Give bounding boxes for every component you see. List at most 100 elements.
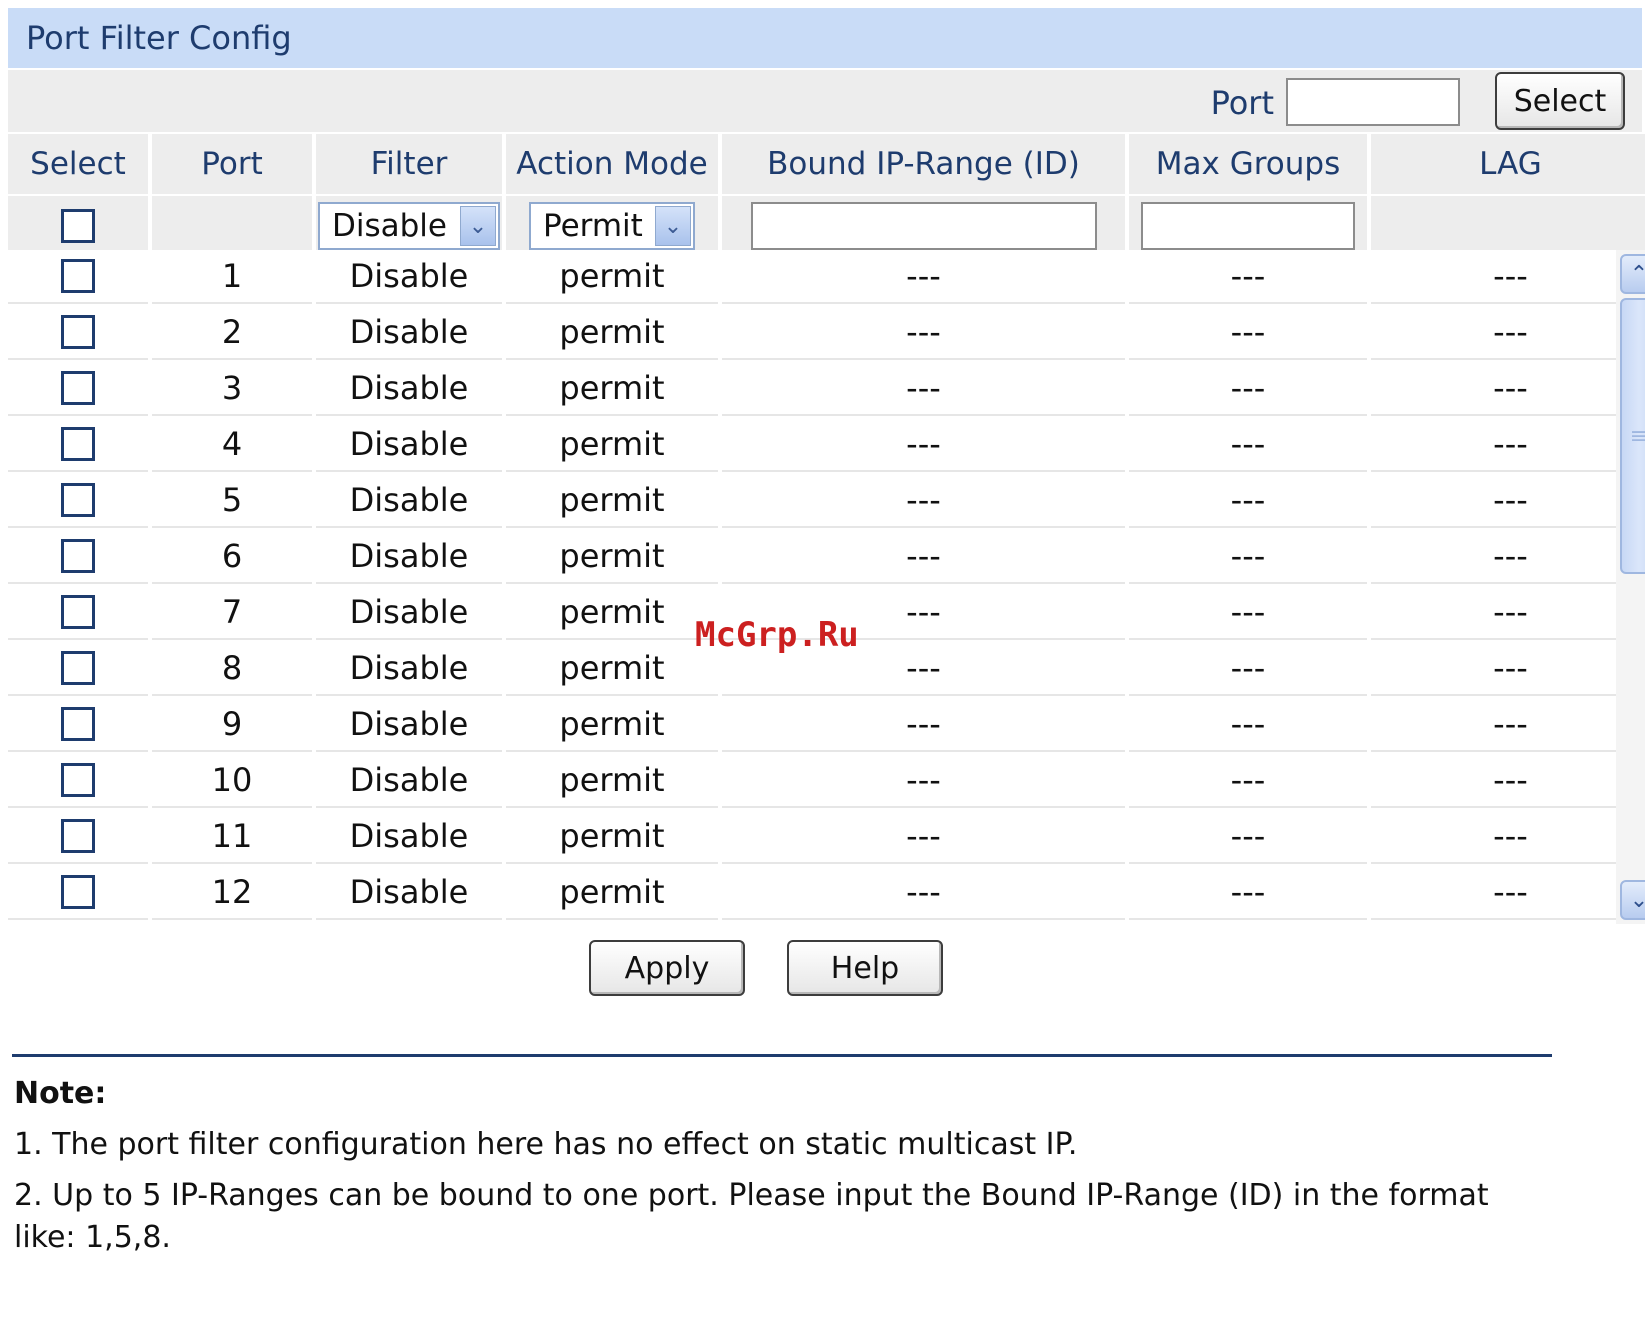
filter-dropdown-value: Disable (332, 208, 447, 244)
apply-button[interactable]: Apply (589, 940, 745, 996)
page-title: Port Filter Config (8, 8, 1642, 68)
max-groups-input[interactable] (1141, 202, 1355, 250)
table-row: 9 Disable permit --- --- --- (8, 698, 1645, 754)
row-action-mode: permit (506, 698, 718, 752)
row-select-cell (8, 866, 148, 920)
table-rows: 1 Disable permit --- --- --- 2 Disable permit ---… (8, 250, 1645, 922)
row-checkbox[interactable] (61, 875, 95, 909)
col-header-port: Port (152, 134, 312, 194)
help-button[interactable]: Help (787, 940, 943, 996)
row-port: 1 (152, 250, 312, 304)
chevron-up-icon[interactable]: ⌃ (1620, 254, 1645, 294)
row-bound-ip-range: --- (722, 754, 1125, 808)
table-row: 11 Disable permit --- --- --- (8, 810, 1645, 866)
row-checkbox[interactable] (61, 483, 95, 517)
port-filter-panel: Port Filter Config Port Select (8, 8, 1642, 132)
row-action-mode: permit (506, 810, 718, 864)
batch-action-cell: Permit ⌄ (506, 196, 718, 256)
row-bound-ip-range: --- (722, 810, 1125, 864)
row-lag: --- (1371, 530, 1645, 584)
row-filter: Disable (316, 586, 502, 640)
row-checkbox[interactable] (61, 427, 95, 461)
filter-dropdown[interactable]: Disable ⌄ (318, 202, 500, 250)
table-row: 6 Disable permit --- --- --- (8, 530, 1645, 586)
table-row: 12 Disable permit --- --- --- (8, 866, 1645, 922)
action-mode-dropdown-value: Permit (543, 208, 643, 244)
batch-lag-cell (1371, 196, 1645, 256)
select-all-checkbox[interactable] (61, 209, 95, 243)
row-max-groups: --- (1129, 418, 1367, 472)
row-max-groups: --- (1129, 754, 1367, 808)
col-header-action-mode: Action Mode (506, 134, 718, 194)
batch-max-groups-cell (1129, 196, 1367, 256)
scrollbar-thumb[interactable]: ≡ (1620, 298, 1645, 574)
row-bound-ip-range: --- (722, 362, 1125, 416)
row-filter: Disable (316, 306, 502, 360)
row-select-cell (8, 306, 148, 360)
action-mode-dropdown[interactable]: Permit ⌄ (529, 202, 695, 250)
note-title: Note: (14, 1076, 107, 1111)
port-select-bar: Port Select (8, 70, 1642, 132)
row-select-cell (8, 586, 148, 640)
row-action-mode: permit (506, 642, 718, 696)
row-lag: --- (1371, 586, 1645, 640)
row-filter: Disable (316, 810, 502, 864)
row-action-mode: permit (506, 418, 718, 472)
row-select-cell (8, 474, 148, 528)
chevron-down-icon[interactable]: ⌄ (1620, 880, 1645, 920)
row-port: 5 (152, 474, 312, 528)
row-checkbox[interactable] (61, 707, 95, 741)
select-button[interactable]: Select (1495, 72, 1625, 130)
row-lag: --- (1371, 642, 1645, 696)
note-line-1: 1. The port filter configuration here ha… (14, 1127, 1078, 1162)
row-lag: --- (1371, 306, 1645, 360)
row-checkbox[interactable] (61, 259, 95, 293)
chevron-down-icon[interactable]: ⌄ (460, 206, 496, 246)
row-port: 9 (152, 698, 312, 752)
row-checkbox[interactable] (61, 371, 95, 405)
table-scrollbar[interactable]: ⌃ ≡ ⌄ (1616, 250, 1645, 924)
port-input[interactable] (1286, 78, 1460, 126)
row-filter: Disable (316, 754, 502, 808)
row-checkbox[interactable] (61, 651, 95, 685)
col-header-select: Select (8, 134, 148, 194)
row-select-cell (8, 530, 148, 584)
row-lag: --- (1371, 474, 1645, 528)
row-port: 6 (152, 530, 312, 584)
col-header-bound-ip-range: Bound IP-Range (ID) (722, 134, 1125, 194)
bound-ip-range-input[interactable] (750, 202, 1097, 250)
row-port: 7 (152, 586, 312, 640)
row-action-mode: permit (506, 362, 718, 416)
row-port: 4 (152, 418, 312, 472)
row-lag: --- (1371, 250, 1645, 304)
col-header-lag: LAG (1371, 134, 1645, 194)
row-filter: Disable (316, 250, 502, 304)
row-bound-ip-range: --- (722, 250, 1125, 304)
row-bound-ip-range: --- (722, 866, 1125, 920)
row-port: 2 (152, 306, 312, 360)
row-action-mode: permit (506, 586, 718, 640)
row-port: 12 (152, 866, 312, 920)
col-header-max-groups: Max Groups (1129, 134, 1367, 194)
row-max-groups: --- (1129, 810, 1367, 864)
row-checkbox[interactable] (61, 819, 95, 853)
row-checkbox[interactable] (61, 595, 95, 629)
row-bound-ip-range: --- (722, 418, 1125, 472)
row-max-groups: --- (1129, 474, 1367, 528)
table-row: 5 Disable permit --- --- --- (8, 474, 1645, 530)
row-select-cell (8, 418, 148, 472)
row-select-cell (8, 642, 148, 696)
row-max-groups: --- (1129, 586, 1367, 640)
row-checkbox[interactable] (61, 539, 95, 573)
row-filter: Disable (316, 474, 502, 528)
row-port: 11 (152, 810, 312, 864)
chevron-down-icon[interactable]: ⌄ (655, 206, 691, 246)
row-checkbox[interactable] (61, 763, 95, 797)
row-filter: Disable (316, 530, 502, 584)
table-row: 2 Disable permit --- --- --- (8, 306, 1645, 362)
row-action-mode: permit (506, 250, 718, 304)
row-checkbox[interactable] (61, 315, 95, 349)
row-select-cell (8, 362, 148, 416)
row-lag: --- (1371, 418, 1645, 472)
row-max-groups: --- (1129, 698, 1367, 752)
